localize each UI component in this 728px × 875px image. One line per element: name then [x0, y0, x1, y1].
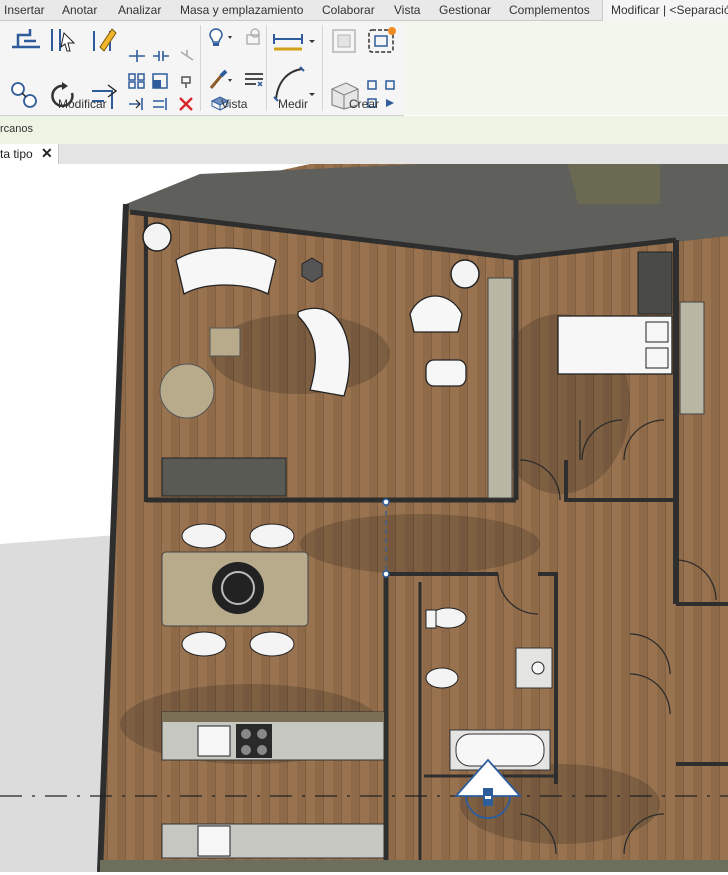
mirror-pick-axis-icon[interactable] [88, 25, 118, 53]
split-gap-icon[interactable] [152, 49, 170, 63]
close-icon[interactable]: ✕ [41, 145, 53, 162]
tab-modificar-context[interactable]: Modificar | <Separació [602, 0, 728, 21]
lightbulb-dropdown-icon[interactable] [208, 27, 236, 47]
tab-complementos[interactable]: Complementos [509, 0, 590, 20]
view-tab-strip: ta tipo ✕ [0, 144, 728, 164]
trim-multiple-icon[interactable] [152, 97, 170, 111]
unpin-icon [180, 50, 194, 61]
grip-point[interactable] [382, 498, 390, 506]
options-bar: rcanos [0, 116, 728, 145]
create-parts-icon[interactable] [366, 25, 398, 55]
align-icon[interactable] [8, 25, 44, 53]
group-label-crear: Crear [349, 97, 380, 111]
tab-anotar[interactable]: Anotar [62, 0, 97, 20]
group-label-modificar: Modificar [58, 97, 107, 111]
view-tab-label: ta tipo [0, 147, 33, 161]
split-element-icon[interactable] [128, 49, 146, 63]
paint-brush-icon[interactable] [208, 69, 236, 91]
roof-unit [568, 164, 660, 204]
tab-colaborar[interactable]: Colaborar [322, 0, 375, 20]
floor-plan-render [0, 164, 728, 873]
offset-icon[interactable] [48, 25, 78, 53]
tab-vista[interactable]: Vista [394, 0, 420, 20]
tab-gestionar[interactable]: Gestionar [439, 0, 491, 20]
measure-distance-icon[interactable] [272, 29, 318, 53]
pin-icon[interactable] [178, 73, 196, 89]
create-assembly-icon [332, 29, 356, 53]
scale-icon[interactable] [152, 73, 170, 89]
tab-masa-emplazamiento[interactable]: Masa y emplazamiento [180, 0, 303, 20]
group-divider [322, 25, 323, 111]
delete-icon[interactable] [178, 97, 194, 111]
ribbon-panel: Modificar Vista Medir Crear [0, 21, 404, 116]
group-divider [200, 25, 201, 111]
ribbon-tab-bar: Insertar Anotar Analizar Masa y emplazam… [0, 0, 728, 21]
ribbon-empty-area [404, 21, 728, 115]
tab-analizar[interactable]: Analizar [118, 0, 161, 20]
grip-point[interactable] [382, 570, 390, 578]
options-bar-text: rcanos [0, 123, 34, 135]
group-label-medir: Medir [278, 97, 309, 111]
override-graphics-icon [246, 28, 260, 45]
group-divider [266, 25, 267, 111]
tab-insertar[interactable]: Insertar [4, 0, 45, 20]
trim-single-icon[interactable] [128, 97, 146, 111]
drawing-canvas[interactable] [0, 164, 728, 873]
view-tab[interactable]: ta tipo ✕ [0, 144, 59, 164]
linework-icon[interactable] [244, 71, 264, 89]
group-label-vista: Vista [221, 97, 248, 111]
move-icon[interactable] [8, 81, 40, 111]
array-icon[interactable] [128, 73, 146, 89]
